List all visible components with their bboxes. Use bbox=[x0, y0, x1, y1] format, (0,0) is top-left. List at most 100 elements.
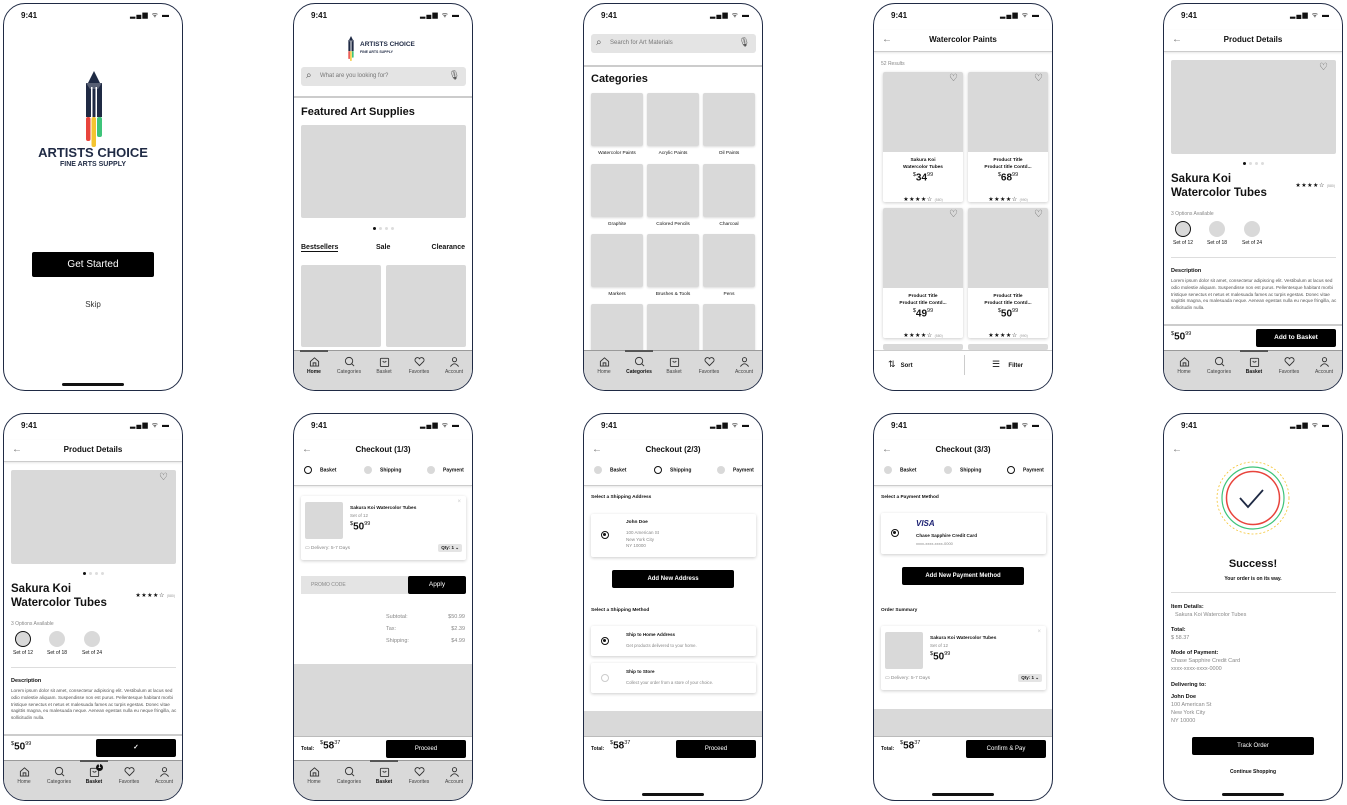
sort-button[interactable]: ⇅ Sort bbox=[888, 359, 913, 370]
carousel-dots[interactable] bbox=[4, 569, 182, 575]
product-card[interactable]: ♡ Product Title Product title Contd... $6… bbox=[968, 72, 1048, 203]
option-label[interactable]: Set of 18 bbox=[42, 650, 72, 656]
category-label[interactable]: Brushes & Tools bbox=[643, 292, 703, 297]
continue-shopping-link[interactable]: Continue Shopping bbox=[1164, 769, 1342, 775]
microphone-icon[interactable]: 🎙︎ bbox=[739, 37, 750, 48]
tab-account[interactable]: Account bbox=[436, 766, 472, 785]
confirm-pay-button[interactable]: Confirm & Pay bbox=[966, 740, 1046, 758]
category-label[interactable]: Pens bbox=[699, 292, 759, 297]
category-tile[interactable] bbox=[703, 164, 755, 217]
category-label[interactable]: Colored Pencils bbox=[643, 222, 703, 227]
tab-account[interactable]: Account bbox=[726, 356, 762, 375]
option-swatch-selected[interactable] bbox=[1175, 221, 1191, 237]
category-tile[interactable] bbox=[703, 304, 755, 354]
product-card[interactable]: ♡ Product Title Product title Contd... $4… bbox=[883, 208, 963, 339]
tab-account[interactable]: Account bbox=[436, 356, 472, 375]
product-card[interactable]: ♡ Sakura Koi Watercolor Tubes $3499 ★★★★☆… bbox=[883, 72, 963, 203]
category-label[interactable]: Oil Paints bbox=[699, 151, 759, 156]
search-input[interactable]: ⌕ What are you looking for? 🎙︎ bbox=[301, 67, 466, 86]
category-label[interactable]: Watercolor Paints bbox=[587, 151, 647, 156]
option-swatch[interactable] bbox=[1209, 221, 1225, 237]
tab-account[interactable]: Account bbox=[146, 766, 182, 785]
carousel-dots[interactable] bbox=[1164, 159, 1342, 165]
back-arrow-icon[interactable]: ← bbox=[1172, 444, 1182, 455]
option-label[interactable]: Set of 12 bbox=[1168, 240, 1198, 246]
proceed-button[interactable]: Proceed bbox=[676, 740, 756, 758]
tab-categories[interactable]: Categories bbox=[1201, 356, 1237, 375]
category-tile[interactable] bbox=[647, 164, 699, 217]
carousel-dots[interactable] bbox=[294, 224, 472, 230]
microphone-icon[interactable]: 🎙︎ bbox=[449, 70, 460, 81]
favorite-heart-icon[interactable]: ♡ bbox=[1034, 209, 1043, 220]
checkout-step-basket[interactable]: Basket bbox=[304, 466, 336, 474]
quantity-dropdown[interactable]: Qty: 1 ⌄ bbox=[1018, 674, 1042, 682]
favorite-heart-icon[interactable]: ♡ bbox=[949, 209, 958, 220]
tab-clearance[interactable]: Clearance bbox=[432, 244, 465, 251]
added-to-basket-button[interactable]: ✓ bbox=[96, 739, 176, 757]
radio-selected[interactable] bbox=[891, 529, 899, 537]
search-input[interactable]: ⌕ Search for Art Materials 🎙︎ bbox=[591, 34, 756, 53]
favorite-heart-icon[interactable]: ♡ bbox=[1034, 73, 1043, 84]
checkout-step-basket[interactable]: Basket bbox=[884, 466, 916, 474]
tab-favorites[interactable]: Favorites bbox=[1271, 356, 1307, 375]
product-card[interactable] bbox=[301, 265, 381, 347]
add-to-basket-button[interactable]: Add to Basket bbox=[1256, 329, 1336, 347]
checkout-step-shipping[interactable]: Shipping bbox=[654, 466, 691, 474]
tab-categories[interactable]: Categories bbox=[621, 350, 657, 375]
option-swatch-selected[interactable] bbox=[15, 631, 31, 647]
radio-unselected[interactable] bbox=[601, 674, 609, 682]
category-tile[interactable] bbox=[591, 304, 643, 354]
tab-basket[interactable]: Basket 1 bbox=[76, 760, 112, 785]
skip-link[interactable]: Skip bbox=[4, 300, 182, 309]
shipping-method-store[interactable]: Ship to Store Collect your order from a … bbox=[591, 663, 756, 693]
add-payment-method-button[interactable]: Add New Payment Method bbox=[902, 567, 1024, 585]
option-swatch[interactable] bbox=[49, 631, 65, 647]
tab-basket[interactable]: Basket bbox=[1236, 350, 1272, 375]
promo-code-input[interactable]: PROMO CODE bbox=[301, 576, 411, 594]
apply-button[interactable]: Apply bbox=[408, 576, 466, 594]
option-label[interactable]: Set of 18 bbox=[1202, 240, 1232, 246]
featured-banner[interactable] bbox=[301, 125, 466, 218]
category-tile[interactable] bbox=[703, 234, 755, 287]
product-image[interactable] bbox=[11, 470, 176, 564]
category-label[interactable]: Charcoal bbox=[699, 222, 759, 227]
radio-selected[interactable] bbox=[601, 531, 609, 539]
tab-home[interactable]: Home bbox=[296, 350, 332, 375]
checkout-step-payment[interactable]: Payment bbox=[1007, 466, 1044, 474]
tab-home[interactable]: Home bbox=[586, 356, 622, 375]
tab-home[interactable]: Home bbox=[296, 766, 332, 785]
product-card[interactable] bbox=[386, 265, 466, 347]
tab-bestsellers[interactable]: Bestsellers bbox=[301, 244, 339, 252]
category-label[interactable]: Acrylic Paints bbox=[643, 151, 703, 156]
home-indicator[interactable] bbox=[932, 793, 994, 796]
tab-basket[interactable]: Basket bbox=[366, 356, 402, 375]
get-started-button[interactable]: Get Started bbox=[32, 252, 154, 277]
home-indicator[interactable] bbox=[642, 793, 704, 796]
category-tile[interactable] bbox=[647, 93, 699, 146]
tab-categories[interactable]: Categories bbox=[331, 356, 367, 375]
payment-card[interactable]: VISA Chase Sapphire Credit Card xxxx-xxx… bbox=[881, 513, 1046, 554]
tab-favorites[interactable]: Favorites bbox=[401, 766, 437, 785]
category-label[interactable]: Markers bbox=[587, 292, 647, 297]
category-tile[interactable] bbox=[591, 93, 643, 146]
product-card[interactable]: ♡ Product Title Product title Contd... $5… bbox=[968, 208, 1048, 339]
option-label[interactable]: Set of 12 bbox=[8, 650, 38, 656]
tab-categories[interactable]: Categories bbox=[331, 766, 367, 785]
checkout-step-payment[interactable]: Payment bbox=[427, 466, 464, 474]
option-swatch[interactable] bbox=[84, 631, 100, 647]
option-swatch[interactable] bbox=[1244, 221, 1260, 237]
option-label[interactable]: Set of 24 bbox=[77, 650, 107, 656]
tab-home[interactable]: Home bbox=[1166, 356, 1202, 375]
tab-home[interactable]: Home bbox=[6, 766, 42, 785]
tab-sale[interactable]: Sale bbox=[376, 244, 390, 251]
filter-button[interactable]: ☰ Filter bbox=[992, 359, 1023, 370]
checkout-step-shipping[interactable]: Shipping bbox=[944, 466, 981, 474]
address-card[interactable]: John Doe 100 American St New York City NY … bbox=[591, 514, 756, 557]
track-order-button[interactable]: Track Order bbox=[1192, 737, 1314, 755]
remove-item-icon[interactable]: × bbox=[457, 499, 461, 505]
category-tile[interactable] bbox=[647, 234, 699, 287]
radio-selected[interactable] bbox=[601, 637, 609, 645]
tab-basket[interactable]: Basket bbox=[366, 760, 402, 785]
home-indicator[interactable] bbox=[62, 383, 124, 386]
add-new-address-button[interactable]: Add New Address bbox=[612, 570, 734, 588]
